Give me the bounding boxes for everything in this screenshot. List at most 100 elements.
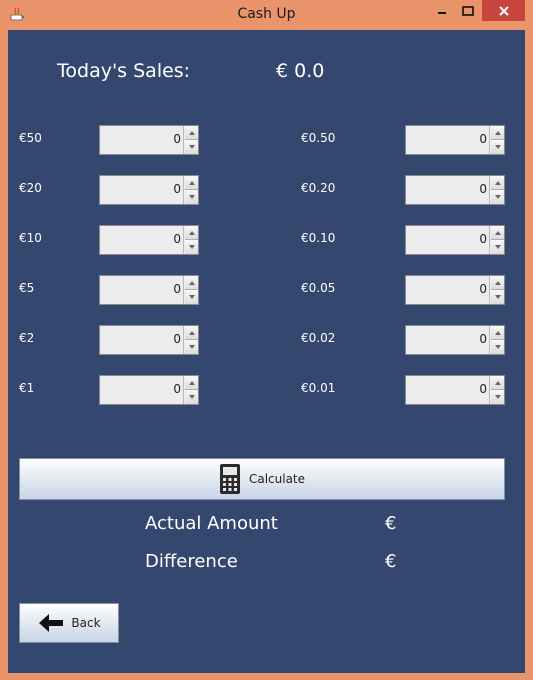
triangle-up-icon (188, 380, 195, 385)
spinner-up-button[interactable] (491, 276, 504, 290)
denomination-spinner[interactable]: 0 (405, 225, 505, 255)
denomination-count-field[interactable]: 0 (100, 276, 184, 304)
denomination-count-field[interactable]: 0 (406, 176, 490, 204)
spinner-up-button[interactable] (185, 276, 198, 290)
denomination-count-field[interactable]: 0 (100, 176, 184, 204)
spinner-down-button[interactable] (491, 340, 504, 354)
calculator-icon (219, 464, 240, 494)
minimize-button[interactable] (432, 0, 452, 21)
denomination-count-field[interactable]: 0 (100, 326, 184, 354)
arrow-left-icon (39, 614, 64, 632)
denomination-spinner[interactable]: 0 (99, 275, 199, 305)
denomination-count-field[interactable]: 0 (100, 376, 184, 404)
denomination-spinner[interactable]: 0 (405, 325, 505, 355)
spinner-up-button[interactable] (185, 376, 198, 390)
spinner-down-button[interactable] (491, 190, 504, 204)
spinner-up-button[interactable] (491, 326, 504, 340)
spinner-down-button[interactable] (185, 190, 198, 204)
spinner-up-button[interactable] (185, 126, 198, 140)
denomination-label: €20 (19, 181, 42, 195)
triangle-down-icon (494, 145, 501, 149)
denomination-spinner[interactable]: 0 (99, 125, 199, 155)
spinner-down-button[interactable] (185, 390, 198, 404)
denomination-label: €0.05 (301, 281, 336, 295)
spinner-up-button[interactable] (185, 326, 198, 340)
difference-label: Difference (145, 551, 238, 572)
title-bar[interactable]: Cash Up (0, 0, 533, 30)
denomination-count-field[interactable]: 0 (406, 276, 490, 304)
actual-amount-value: € (385, 513, 397, 534)
window-title: Cash Up (237, 6, 296, 22)
spinner-down-button[interactable] (185, 340, 198, 354)
denomination-count-field[interactable]: 0 (100, 126, 184, 154)
triangle-down-icon (188, 245, 195, 249)
denomination-label: €0.01 (301, 381, 336, 395)
denomination-label: €10 (19, 231, 42, 245)
triangle-down-icon (188, 195, 195, 199)
back-button-label: Back (71, 616, 101, 630)
triangle-up-icon (188, 330, 195, 335)
spinner-up-button[interactable] (491, 126, 504, 140)
spinner-down-button[interactable] (491, 140, 504, 154)
triangle-down-icon (188, 295, 195, 299)
spinner-down-button[interactable] (185, 140, 198, 154)
triangle-up-icon (494, 180, 501, 185)
back-button[interactable]: Back (19, 603, 119, 643)
triangle-down-icon (494, 195, 501, 199)
denomination-count-field[interactable]: 0 (406, 376, 490, 404)
triangle-down-icon (494, 395, 501, 399)
denomination-label: €0.50 (301, 131, 336, 145)
denomination-label: €0.20 (301, 181, 336, 195)
denomination-count-field[interactable]: 0 (100, 226, 184, 254)
spinner-up-button[interactable] (491, 176, 504, 190)
spinner-down-button[interactable] (185, 240, 198, 254)
spinner-down-button[interactable] (491, 390, 504, 404)
spinner-down-button[interactable] (491, 240, 504, 254)
denomination-label: €1 (19, 381, 35, 395)
denomination-spinner[interactable]: 0 (99, 325, 199, 355)
denomination-spinner[interactable]: 0 (405, 125, 505, 155)
denomination-spinner[interactable]: 0 (99, 175, 199, 205)
denomination-label: €0.10 (301, 231, 336, 245)
minimize-icon (438, 11, 446, 14)
close-icon (498, 5, 509, 16)
triangle-up-icon (494, 230, 501, 235)
spinner-down-button[interactable] (491, 290, 504, 304)
triangle-up-icon (188, 180, 195, 185)
denomination-label: €2 (19, 331, 35, 345)
cash-up-panel: Today's Sales: € 0.0 €50 0 €20 0 €10 0 €… (8, 30, 525, 673)
triangle-down-icon (188, 345, 195, 349)
spinner-up-button[interactable] (491, 376, 504, 390)
spinner-up-button[interactable] (185, 226, 198, 240)
maximize-button[interactable] (458, 0, 478, 21)
denomination-spinner[interactable]: 0 (405, 275, 505, 305)
denomination-spinner[interactable]: 0 (99, 375, 199, 405)
triangle-down-icon (494, 345, 501, 349)
actual-amount-label: Actual Amount (145, 513, 278, 534)
triangle-down-icon (188, 395, 195, 399)
denomination-count-field[interactable]: 0 (406, 126, 490, 154)
todays-sales-value: € 0.0 (276, 60, 325, 82)
denomination-count-field[interactable]: 0 (406, 326, 490, 354)
triangle-up-icon (494, 380, 501, 385)
denomination-label: €5 (19, 281, 35, 295)
triangle-down-icon (494, 245, 501, 249)
triangle-up-icon (188, 230, 195, 235)
denomination-spinner[interactable]: 0 (405, 375, 505, 405)
todays-sales-label: Today's Sales: (57, 60, 191, 82)
denomination-spinner[interactable]: 0 (405, 175, 505, 205)
calculate-button-label: Calculate (248, 472, 306, 486)
calculate-button[interactable]: Calculate (19, 458, 505, 500)
triangle-up-icon (494, 280, 501, 285)
cash-up-window: Cash Up Today's Sales: € 0.0 €50 0 €20 0… (0, 0, 533, 680)
spinner-down-button[interactable] (185, 290, 198, 304)
spinner-up-button[interactable] (185, 176, 198, 190)
close-button[interactable] (482, 0, 525, 21)
denomination-spinner[interactable]: 0 (99, 225, 199, 255)
triangle-down-icon (188, 145, 195, 149)
denomination-label: €50 (19, 131, 42, 145)
denomination-count-field[interactable]: 0 (406, 226, 490, 254)
spinner-up-button[interactable] (491, 226, 504, 240)
triangle-up-icon (494, 130, 501, 135)
triangle-down-icon (494, 295, 501, 299)
